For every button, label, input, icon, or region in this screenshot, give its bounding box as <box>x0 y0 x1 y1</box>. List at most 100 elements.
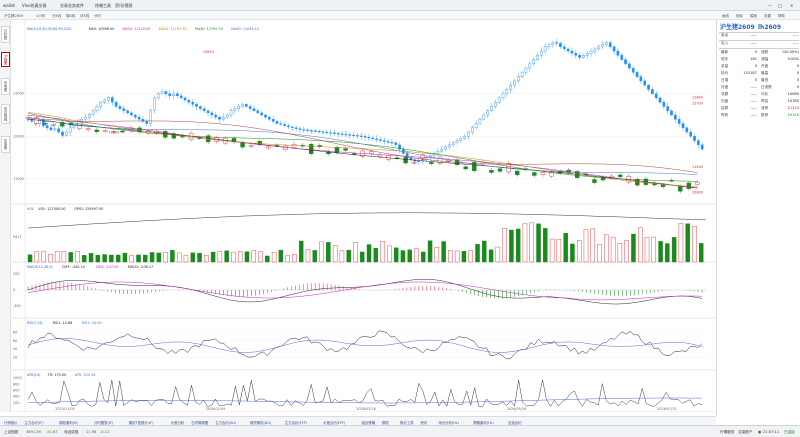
volume-bar <box>170 250 175 263</box>
candle-body <box>68 127 72 133</box>
quote-panel: 沪生猪2609 lh2609 卖出 ----- ----- 买入 ----- -… <box>716 20 800 416</box>
volume-bar <box>210 251 216 263</box>
legend-entry: MA30: 12790.70 <box>195 27 223 31</box>
volume-bar <box>163 252 168 263</box>
candle-body <box>677 119 681 124</box>
volume-bar <box>115 254 121 263</box>
tab-kline[interactable]: K线图 <box>1 52 10 68</box>
toolbar-item[interactable]: 1小时 <box>36 14 45 19</box>
candle-body <box>85 128 91 130</box>
quote-label: 均价 <box>761 92 769 96</box>
menu-item[interactable]: Vivo仿真交易 <box>22 3 47 9</box>
candle-body <box>394 142 398 146</box>
toolbar-item[interactable]: 月K线 <box>80 14 89 19</box>
menu-item[interactable]: 交易业务软件 <box>60 3 84 9</box>
close-icon[interactable]: ✕ <box>790 3 793 8</box>
chart-area[interactable]: MA(5,10,20,30,60,90,120) MA5: 10906.00 MA1… <box>11 20 716 413</box>
tab-timeshare[interactable]: 分时图 <box>1 26 10 43</box>
maximize-icon[interactable]: □ <box>778 3 782 8</box>
candle-body <box>612 46 616 52</box>
quote-value: 0.00% <box>787 57 799 61</box>
menu-item[interactable]: 资讯/视频 <box>115 3 132 9</box>
candle-body <box>42 123 48 125</box>
toolbar: 沪生猪2609 1小时 日K线 周K线 月K线 分时 画线 指标 模板 设置 帮… <box>0 11 800 20</box>
account-button[interactable]: 交易账户 <box>738 430 752 435</box>
candle-body <box>248 145 254 147</box>
toolbar-item[interactable]: 周K线 <box>66 14 75 19</box>
quote-row: 昨收 ----- 跌停 10120 <box>721 113 799 119</box>
volume-bar <box>441 241 446 263</box>
volume-bar <box>75 251 80 263</box>
candle-body <box>107 97 110 101</box>
toolbar-item[interactable]: 日K线 <box>52 14 61 19</box>
volume-bar <box>509 229 514 263</box>
volume-bar <box>278 249 284 263</box>
toolbar-item[interactable]: 帮助 <box>778 14 785 19</box>
y-tick-label: 200 <box>13 401 19 405</box>
candle-body <box>130 112 133 116</box>
candle-body <box>118 106 122 109</box>
quote-label: 外盘 <box>721 85 729 89</box>
tab-flash[interactable]: 闪电图 <box>1 78 10 95</box>
volume-bar <box>258 251 263 263</box>
candle-body <box>114 102 118 107</box>
quote-value: 0 <box>796 78 799 82</box>
volume-bar <box>482 240 487 263</box>
x-tick-label: 2025/11/05 <box>55 407 75 411</box>
tab-multiperiod[interactable]: 多周期 <box>1 136 10 153</box>
candle-body <box>674 114 677 120</box>
volume-bar <box>332 245 338 263</box>
volume-bar <box>176 252 182 263</box>
moving-average-line <box>27 117 698 175</box>
candle-body <box>463 166 468 170</box>
candle-body <box>532 172 537 176</box>
quote-row: 最新 0 涨跌 0(0.00%) <box>721 50 799 56</box>
menu-item[interactable]: 终端工具 <box>95 3 111 9</box>
candle-body <box>666 106 669 111</box>
tab-trades[interactable]: 成交明细 <box>1 104 10 124</box>
volume-bar <box>353 242 358 263</box>
candle-body <box>695 181 700 185</box>
candle-body <box>344 133 348 136</box>
candle-body <box>369 151 374 154</box>
quote-value: ----- <box>750 106 757 110</box>
candle-body <box>95 106 99 111</box>
candle-body <box>356 135 359 137</box>
volume-bar <box>692 226 697 263</box>
x-tick-label: 2026/03/16 <box>356 407 376 411</box>
volume-bar <box>48 254 53 263</box>
legend-entry: DEA: -237.00 <box>96 265 118 269</box>
price-annotation: 13910 <box>203 50 214 54</box>
volume-bar <box>251 250 257 263</box>
volume-bar <box>271 251 277 263</box>
toolbar-symbol[interactable]: 沪生猪2609 <box>4 14 23 19</box>
volume-bar <box>387 245 392 263</box>
toolbar-item[interactable]: 模板 <box>750 14 757 19</box>
volume-bar <box>41 250 46 263</box>
candle-body <box>248 106 252 109</box>
candle-body <box>660 184 666 188</box>
volume-bar <box>54 251 60 263</box>
candle-body <box>478 119 482 124</box>
service-button[interactable]: 行情服务 <box>720 430 734 435</box>
volume-bar <box>109 254 114 263</box>
y-tick-label: 20 <box>13 356 17 360</box>
quote-value: 0(0.00%) <box>782 50 799 54</box>
chart-svg[interactable]: MA(5,10,20,30,60,90,120) MA5: 10906.00 MA1… <box>11 20 716 413</box>
volume-bar <box>373 248 379 263</box>
toolbar-item[interactable]: 指标 <box>736 14 743 19</box>
candle-body <box>275 121 279 124</box>
quote-row: 日增 0 最低 0 <box>721 78 799 84</box>
toolbar-item[interactable]: 设置 <box>764 14 771 19</box>
minimize-icon[interactable]: — <box>768 3 772 8</box>
quote-value: ----- <box>750 113 757 117</box>
candle-body <box>375 138 378 140</box>
candle-body <box>191 102 195 105</box>
candle-body <box>539 50 543 56</box>
volume-bar <box>570 243 575 263</box>
quote-row: 现手 181 涨幅 0.00% <box>721 57 799 63</box>
quote-label: 开盘 <box>761 64 769 68</box>
candle-body <box>340 133 344 135</box>
toolbar-item[interactable]: 分时 <box>94 14 101 19</box>
toolbar-item[interactable]: 画线 <box>722 14 729 19</box>
